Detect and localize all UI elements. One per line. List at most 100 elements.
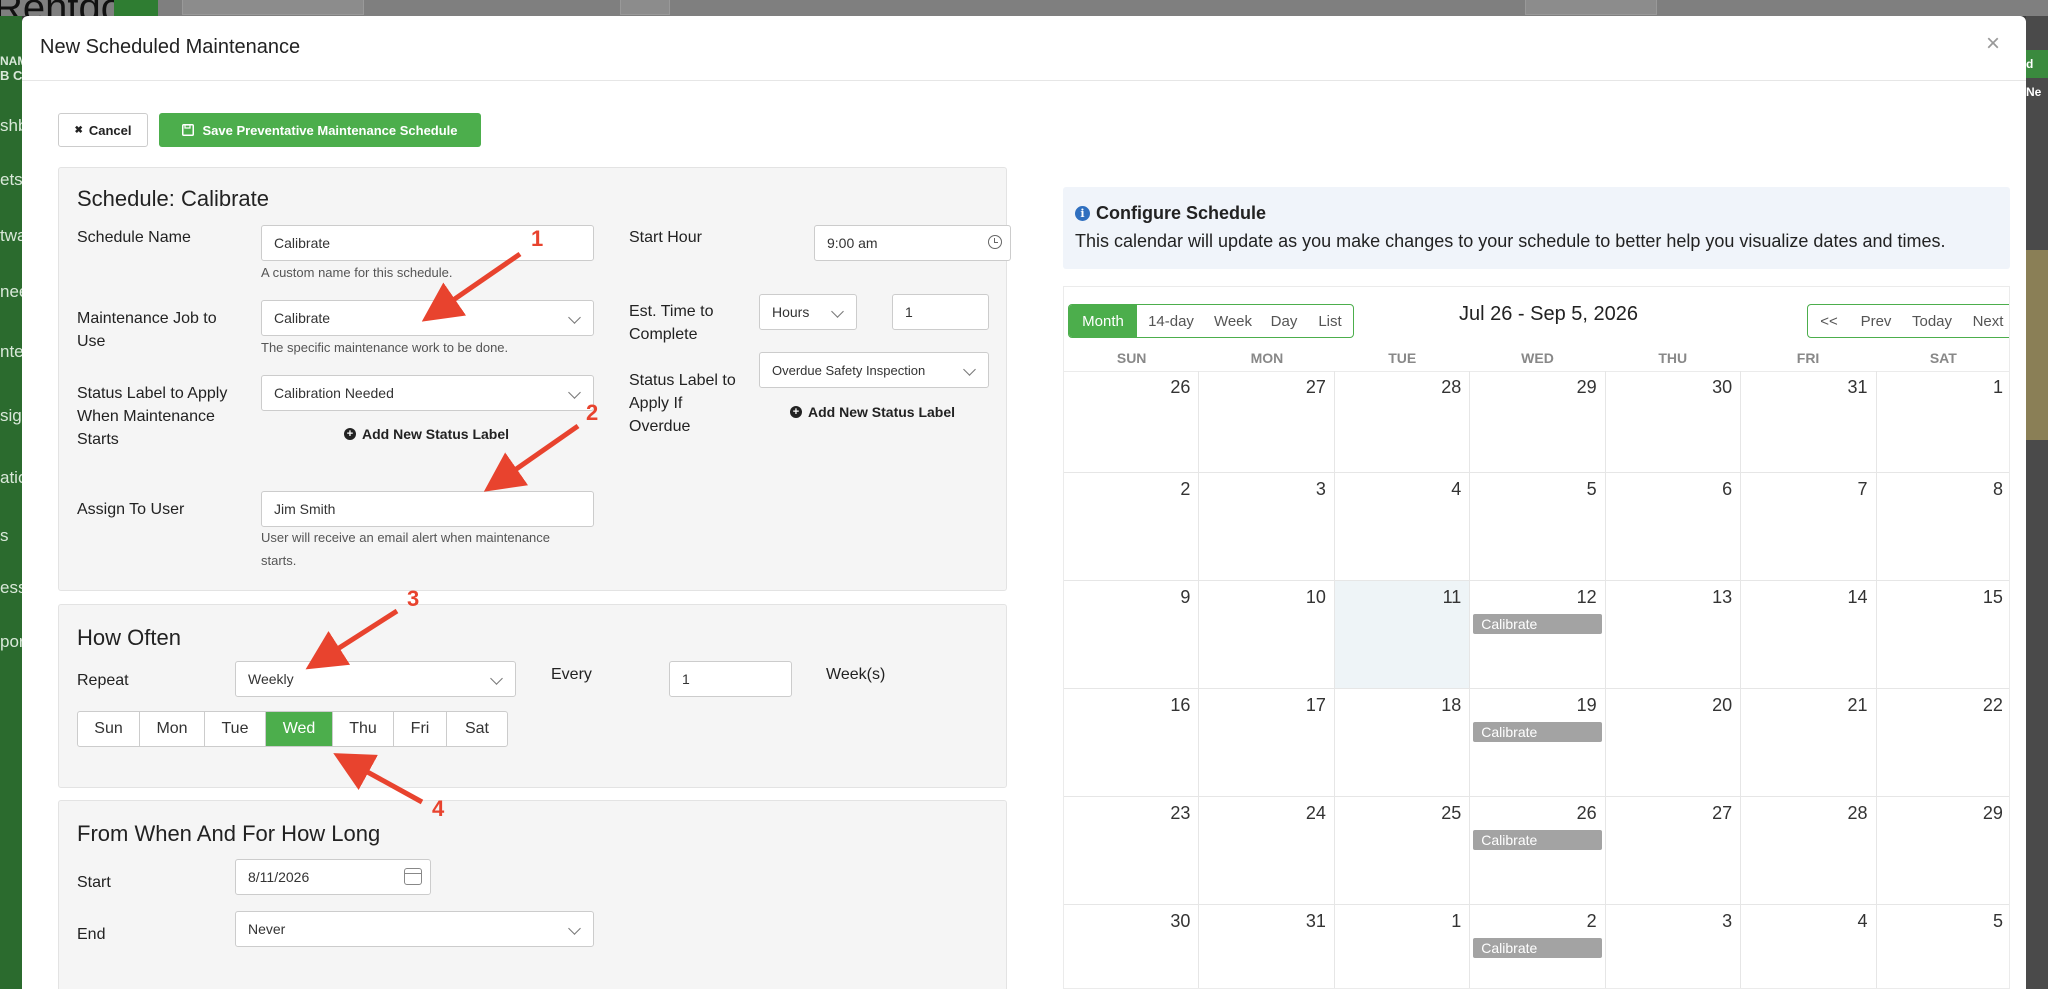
calendar-day-cell[interactable]: 30 (1606, 371, 1742, 472)
repeat-select[interactable]: Weekly (235, 661, 516, 697)
calendar-day-cell[interactable]: 1 (1335, 905, 1471, 988)
background-button (1525, 0, 1657, 15)
calendar-day-cell[interactable]: 29 (1470, 371, 1606, 472)
est-time-input[interactable]: 1 (892, 294, 989, 330)
background-sidebar-text: s (0, 526, 9, 545)
overdue-status-select[interactable]: Overdue Safety Inspection (759, 352, 989, 388)
calendar-day-cell[interactable]: 20 (1606, 689, 1742, 796)
save-schedule-button[interactable]: Save Preventative Maintenance Schedule (159, 113, 481, 147)
start-hour-input[interactable]: 9:00 am (814, 225, 1011, 261)
new-scheduled-maintenance-modal: New Scheduled Maintenance × ✖ Cancel Sav… (22, 16, 2026, 989)
calendar-day-number: 16 (1170, 695, 1191, 715)
cancel-button[interactable]: ✖ Cancel (58, 113, 148, 147)
calendar-day-cell[interactable]: 2 (1064, 473, 1200, 580)
start-hour-label: Start Hour (629, 229, 702, 246)
calendar-event[interactable]: Calibrate (1473, 938, 1602, 958)
calendar-day-cell[interactable]: 31 (1199, 905, 1335, 988)
view-week-button[interactable]: Week (1205, 305, 1261, 337)
calendar-day-cell[interactable]: 8 (1877, 473, 2009, 580)
annotation-number-2: 2 (586, 400, 599, 425)
calendar-day-cell[interactable]: 26 Calibrate (1470, 797, 1606, 904)
status-label-start-select[interactable]: Calibration Needed (261, 375, 594, 411)
calendar-day-cell[interactable]: 16 (1064, 689, 1200, 796)
calendar-day-cell[interactable]: 24 (1199, 797, 1335, 904)
calendar-day-cell[interactable]: 25 (1335, 797, 1471, 904)
calendar-day-cell[interactable]: 9 (1064, 581, 1200, 688)
today-button[interactable]: Today (1902, 305, 1962, 337)
calendar-day-cell[interactable]: 14 (1741, 581, 1877, 688)
prev-button[interactable]: Prev (1850, 305, 1902, 337)
calendar-day-cell[interactable]: 13 (1606, 581, 1742, 688)
calendar-day-number: 14 (1847, 587, 1868, 607)
calendar-range-title: Jul 26 - Sep 5, 2026 (1459, 303, 1639, 325)
add-new-status-label-link[interactable]: + Add New Status Label (344, 426, 509, 442)
calendar-day-cell[interactable]: 3 (1606, 905, 1742, 988)
calendar-day-cell[interactable]: 2 Calibrate (1470, 905, 1606, 988)
day-sat-button[interactable]: Sat (447, 712, 507, 746)
calendar-day-cell[interactable]: 28 (1335, 371, 1471, 472)
calendar-day-cell[interactable]: 4 (1741, 905, 1877, 988)
calendar-day-cell[interactable]: 3 (1199, 473, 1335, 580)
day-fri-button[interactable]: Fri (394, 712, 447, 746)
view-list-button[interactable]: List (1307, 305, 1353, 337)
day-wed-button[interactable]: Wed (266, 712, 333, 746)
calendar-event[interactable]: Calibrate (1473, 722, 1602, 742)
background-sidebar-text: twa (0, 226, 22, 245)
calendar-week-row: 30 31 1 2 Calibrate 3 4 5 (1064, 905, 2009, 988)
calendar-week-row: 23 24 25 26 Calibrate 27 28 29 (1064, 797, 2009, 905)
calendar-day-cell[interactable]: 7 (1741, 473, 1877, 580)
assign-user-input[interactable]: Jim Smith (261, 491, 594, 527)
view-month-button[interactable]: Month (1069, 305, 1137, 337)
maintenance-job-select[interactable]: Calibrate (261, 300, 594, 336)
weekday-header: SUN (1116, 350, 1147, 366)
assign-user-label: Assign To User (77, 501, 185, 518)
day-sun-button[interactable]: Sun (78, 712, 140, 746)
calendar-day-number: 31 (1305, 911, 1326, 931)
calendar-day-cell[interactable]: 19 Calibrate (1470, 689, 1606, 796)
calendar-day-cell[interactable]: 30 (1064, 905, 1200, 988)
end-select[interactable]: Never (235, 911, 594, 947)
est-time-unit-select[interactable]: Hours (759, 294, 857, 330)
start-date-input[interactable]: 8/11/2026 (235, 859, 431, 895)
view-day-button[interactable]: Day (1261, 305, 1307, 337)
every-input[interactable]: 1 (669, 661, 792, 697)
calendar-day-cell[interactable]: 27 (1606, 797, 1742, 904)
calendar-event[interactable]: Calibrate (1473, 614, 1602, 634)
calendar-day-cell[interactable]: 6 (1606, 473, 1742, 580)
calendar-day-cell[interactable]: 5 (1877, 905, 2009, 988)
day-mon-button[interactable]: Mon (140, 712, 205, 746)
calendar-week-row: 26 27 28 29 30 31 1 (1064, 371, 2009, 473)
calendar-day-cell[interactable]: 22 (1877, 689, 2009, 796)
calendar-event[interactable]: Calibrate (1473, 830, 1602, 850)
calendar-day-number: 5 (1586, 479, 1597, 499)
calendar-day-number: 11 (1442, 587, 1462, 607)
add-new-status-label-link-2[interactable]: + Add New Status Label (790, 404, 955, 420)
calendar-day-cell[interactable]: 23 (1064, 797, 1200, 904)
day-tue-button[interactable]: Tue (205, 712, 266, 746)
calendar-day-cell[interactable]: 12 Calibrate (1470, 581, 1606, 688)
chevron-down-icon (963, 363, 976, 376)
calendar-day-cell[interactable]: 26 (1064, 371, 1200, 472)
next-button[interactable]: Next (1962, 305, 2009, 337)
first-page-button[interactable]: << (1808, 305, 1850, 337)
calendar-day-cell[interactable]: 28 (1741, 797, 1877, 904)
calendar-day-cell[interactable]: 18 (1335, 689, 1471, 796)
schedule-name-input[interactable]: Calibrate (261, 225, 594, 261)
assign-user-value: Jim Smith (274, 501, 336, 517)
calendar-day-cell[interactable]: 29 (1877, 797, 2009, 904)
calendar-day-cell[interactable]: 21 (1741, 689, 1877, 796)
calendar-day-cell[interactable]: 5 (1470, 473, 1606, 580)
how-often-heading: How Often (77, 625, 181, 650)
close-icon[interactable]: × (1986, 30, 2000, 58)
calendar-day-cell[interactable]: 11 (1334, 581, 1471, 688)
calendar-day-cell[interactable]: 27 (1199, 371, 1335, 472)
calendar-day-cell[interactable]: 1 (1877, 371, 2009, 472)
calendar-day-cell[interactable]: 10 (1199, 581, 1335, 688)
calendar-day-cell[interactable]: 17 (1199, 689, 1335, 796)
view-14-day-button[interactable]: 14-day (1137, 305, 1205, 337)
calendar-day-cell[interactable]: 31 (1741, 371, 1877, 472)
calendar-day-cell[interactable]: 4 (1335, 473, 1471, 580)
day-thu-button[interactable]: Thu (333, 712, 394, 746)
calendar-day-number: 28 (1441, 377, 1462, 397)
calendar-day-cell[interactable]: 15 (1877, 581, 2009, 688)
